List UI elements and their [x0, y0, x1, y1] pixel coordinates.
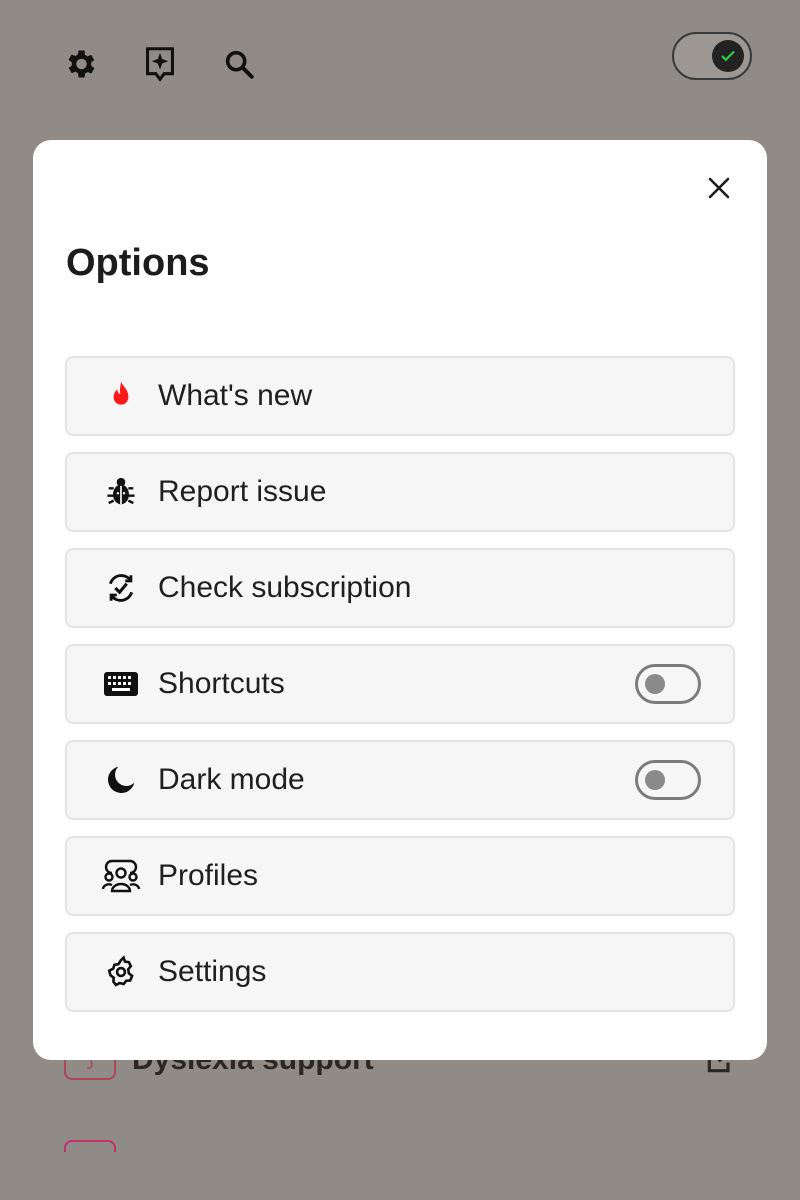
profiles-icon	[101, 856, 141, 896]
search-icon[interactable]	[219, 42, 259, 86]
option-label: Report issue	[158, 475, 327, 508]
options-modal: Options What's new Report issue Check su…	[33, 140, 767, 1060]
option-label: Dark mode	[158, 763, 305, 796]
dark-mode-switch[interactable]	[635, 760, 701, 800]
option-label: Check subscription	[158, 571, 412, 604]
option-dark-mode[interactable]: Dark mode	[65, 740, 735, 820]
option-report-issue[interactable]: Report issue	[65, 452, 735, 532]
modal-title: Options	[66, 242, 210, 284]
bug-icon	[101, 472, 141, 512]
list-item-icon	[64, 1140, 116, 1152]
sparkle-bookmark-icon[interactable]	[140, 42, 180, 86]
settings-cog-icon	[101, 952, 141, 992]
option-label: Settings	[158, 955, 267, 988]
close-icon[interactable]	[701, 170, 737, 206]
option-label: Shortcuts	[158, 667, 285, 700]
keyboard-icon	[101, 664, 141, 704]
switch-knob	[645, 674, 665, 694]
switch-knob	[645, 770, 665, 790]
check-icon	[721, 50, 735, 62]
gear-icon[interactable]	[60, 42, 100, 86]
refresh-check-icon	[101, 568, 141, 608]
option-label: Profiles	[158, 859, 259, 892]
option-settings[interactable]: Settings	[65, 932, 735, 1012]
option-shortcuts[interactable]: Shortcuts	[65, 644, 735, 724]
shortcuts-switch[interactable]	[635, 664, 701, 704]
toggle-knob	[712, 40, 744, 72]
list-item[interactable]	[64, 1140, 736, 1152]
option-check-subscription[interactable]: Check subscription	[65, 548, 735, 628]
flame-icon	[101, 376, 141, 416]
option-profiles[interactable]: Profiles	[65, 836, 735, 916]
main-toggle[interactable]	[672, 32, 752, 80]
moon-icon	[101, 760, 141, 800]
option-label: What's new	[158, 379, 313, 412]
option-whats-new[interactable]: What's new	[65, 356, 735, 436]
